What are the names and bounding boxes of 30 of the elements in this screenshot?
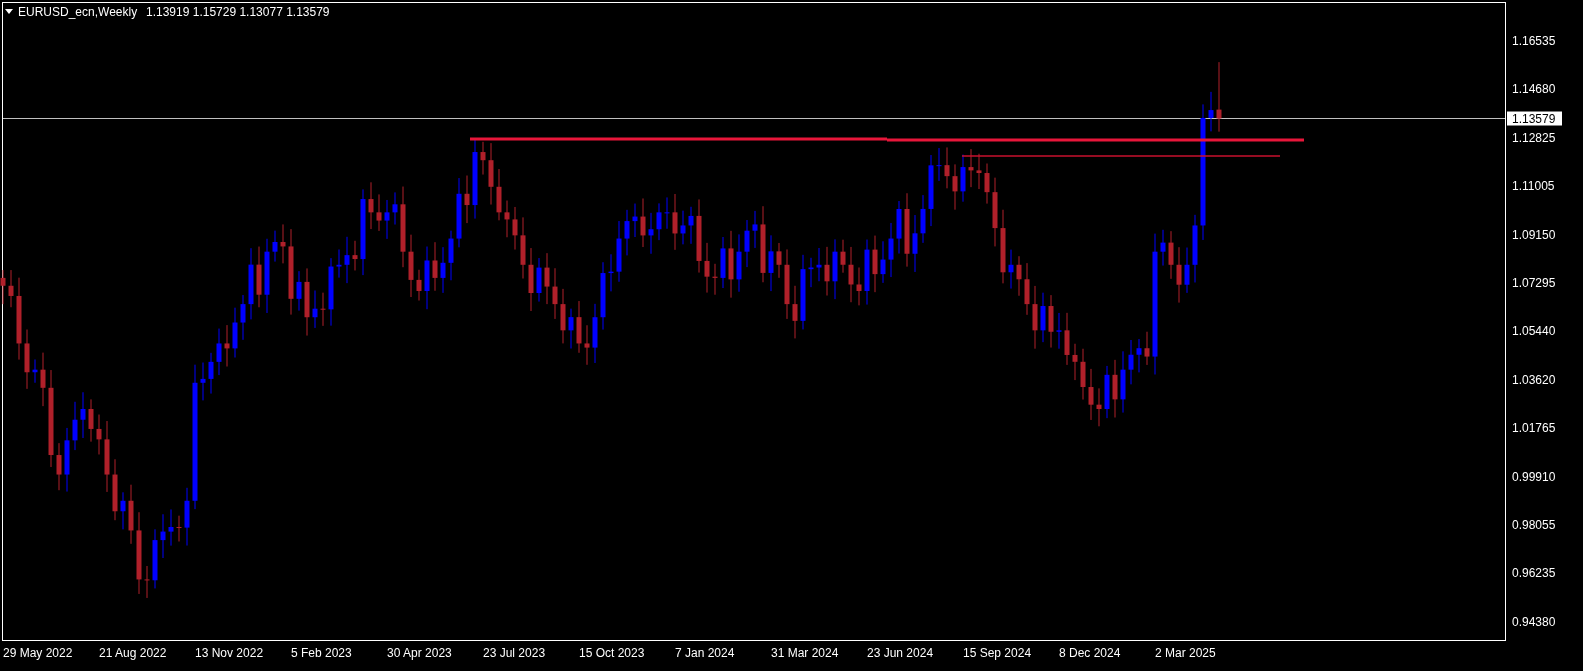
price-label: 1.05440: [1512, 324, 1556, 339]
date-label: 21 Aug 2022: [99, 646, 167, 660]
date-label: 30 Apr 2023: [387, 646, 452, 660]
price-label: 1.11005: [1512, 179, 1555, 194]
price-label: 1.14680: [1512, 82, 1556, 97]
date-label: 13 Nov 2022: [195, 646, 264, 660]
chart-title: EURUSD_ecn,Weekly: [18, 5, 138, 19]
date-label: 15 Oct 2023: [579, 646, 645, 660]
date-label: 23 Jul 2023: [483, 646, 546, 660]
price-label: 1.16535: [1512, 34, 1556, 48]
date-label: 29 May 2022: [3, 646, 73, 660]
ohlc-values: 1.13919 1.15729 1.13077 1.13579: [146, 5, 330, 19]
price-label: 0.99910: [1512, 469, 1556, 484]
price-label: 1.07295: [1512, 276, 1556, 290]
price-label: 1.09150: [1512, 227, 1556, 242]
dropdown-triangle-icon[interactable]: [5, 9, 13, 14]
current-price-tag: 1.13579: [1507, 111, 1562, 126]
date-label: 7 Jan 2024: [675, 646, 735, 660]
date-label: 2 Mar 2025: [1155, 646, 1216, 660]
price-label: 1.03620: [1512, 372, 1556, 387]
date-label: 31 Mar 2024: [771, 646, 839, 660]
date-label: 23 Jun 2024: [867, 646, 934, 660]
price-label: 0.96235: [1512, 566, 1556, 581]
price-label: 0.98055: [1512, 518, 1556, 532]
price-label: 0.94380: [1512, 614, 1556, 629]
date-label: 15 Sep 2024: [963, 646, 1032, 660]
price-label: 1.01765: [1512, 421, 1556, 436]
date-label: 5 Feb 2023: [291, 646, 352, 660]
date-label: 8 Dec 2024: [1059, 646, 1121, 660]
price-label: 1.12825: [1512, 130, 1556, 145]
